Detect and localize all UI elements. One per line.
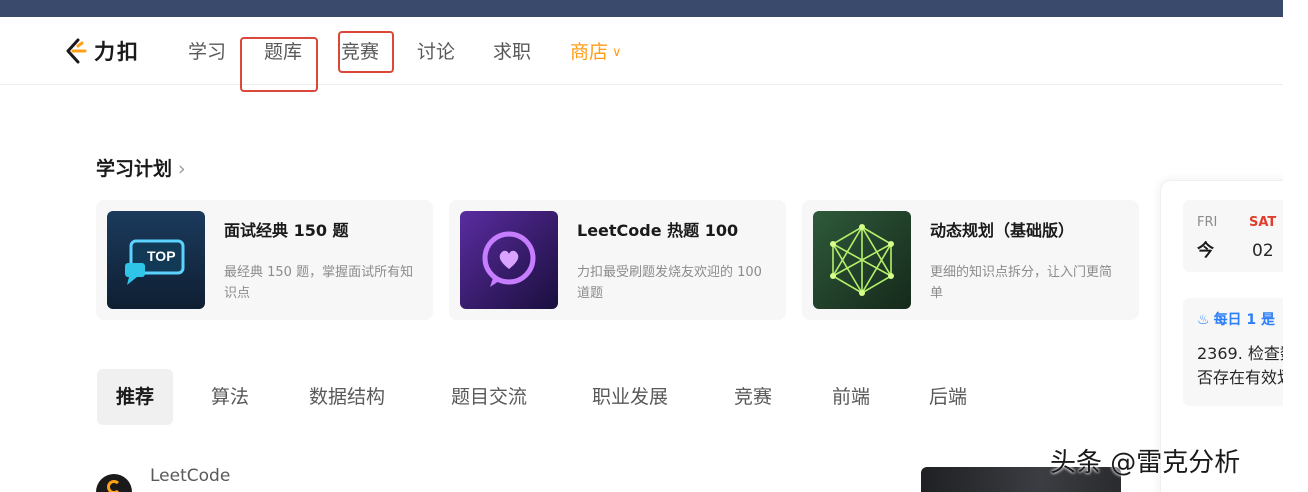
logo-text: 力扣 — [94, 40, 140, 64]
tab-frontend[interactable]: 前端 — [832, 384, 870, 410]
top-badge: TOP — [147, 248, 176, 264]
network-graph-icon — [813, 211, 911, 309]
browser-top-bar — [0, 0, 1283, 17]
right-edge-gap — [1283, 0, 1308, 492]
leetcode-logo-icon — [64, 38, 88, 64]
nav-store[interactable]: 商店 ∨ — [570, 39, 622, 66]
nav-jobs[interactable]: 求职 — [493, 39, 531, 65]
calendar-dow-sat: SAT — [1249, 215, 1277, 230]
card-description: 力扣最受刷题发烧友欢迎的 100 道题 — [577, 265, 762, 301]
tab-recommended[interactable]: 推荐 — [97, 369, 173, 425]
study-plan-card-hot100[interactable]: LeetCode 热题 100 力扣最受刷题发烧友欢迎的 100 道题 — [449, 200, 786, 320]
card-title: LeetCode 热题 100 — [577, 221, 739, 240]
daily-question-card[interactable]: ♨每日 1 是 2369. 检查数组是否存在有效划分 — [1183, 298, 1283, 406]
study-plan-card-dp[interactable]: 动态规划（基础版） 更细的知识点拆分，让入门更简单 — [802, 200, 1139, 320]
calendar-day-today[interactable]: 今 — [1197, 240, 1214, 262]
daily-question-head-label: 每日 1 是 — [1213, 312, 1276, 328]
watermark: 头条 @雷克分析 — [1050, 448, 1241, 478]
tab-career[interactable]: 职业发展 — [592, 384, 668, 410]
study-plan-card-top150[interactable]: TOP 面试经典 150 题 最经典 150 题，掌握面试所有知识点 — [96, 200, 433, 320]
highlight-box-contest — [338, 31, 394, 73]
post-author[interactable]: LeetCode — [150, 465, 230, 487]
card-description: 更细的知识点拆分，让入门更简单 — [930, 265, 1113, 301]
calendar-dow-fri: FRI — [1197, 215, 1218, 230]
daily-question-header: ♨ 每日 1 是 — [1197, 310, 1275, 330]
tab-problem-discussion[interactable]: 题目交流 — [451, 384, 527, 410]
nav-discuss[interactable]: 讨论 — [417, 39, 455, 65]
leetcode-logo-icon — [107, 480, 121, 492]
heart-chat-icon — [460, 211, 558, 309]
chevron-down-icon: ∨ — [612, 45, 622, 60]
top-nav: 力扣 学习 题库 竞赛 讨论 求职 商店 ∨ — [0, 17, 1283, 85]
calendar-day-02[interactable]: 02 — [1252, 240, 1274, 262]
tab-contest[interactable]: 竞赛 — [734, 384, 772, 410]
daily-question-title[interactable]: 2369. 检查数组是否存在有效划分 — [1197, 342, 1283, 390]
card-title: 动态规划（基础版） — [930, 221, 1075, 240]
flame-icon: ♨ — [1197, 312, 1210, 328]
avatar[interactable] — [96, 474, 132, 492]
tab-backend[interactable]: 后端 — [929, 384, 967, 410]
highlight-box-problemset — [240, 37, 318, 92]
top-chat-icon: TOP — [107, 211, 205, 309]
tab-algorithms[interactable]: 算法 — [211, 384, 249, 410]
tab-data-structures[interactable]: 数据结构 — [309, 384, 385, 410]
nav-learn[interactable]: 学习 — [188, 39, 226, 65]
study-plan-label: 学习计划 — [96, 158, 173, 180]
card-description: 最经典 150 题，掌握面试所有知识点 — [224, 265, 414, 301]
calendar-widget: FRI SAT 今 02 — [1183, 200, 1283, 272]
study-plan-title[interactable]: 学习计划 › — [96, 156, 186, 182]
nav-store-label: 商店 — [570, 41, 609, 63]
card-title: 面试经典 150 题 — [224, 221, 349, 240]
logo[interactable]: 力扣 — [64, 37, 140, 65]
chevron-right-icon: › — [178, 158, 186, 180]
